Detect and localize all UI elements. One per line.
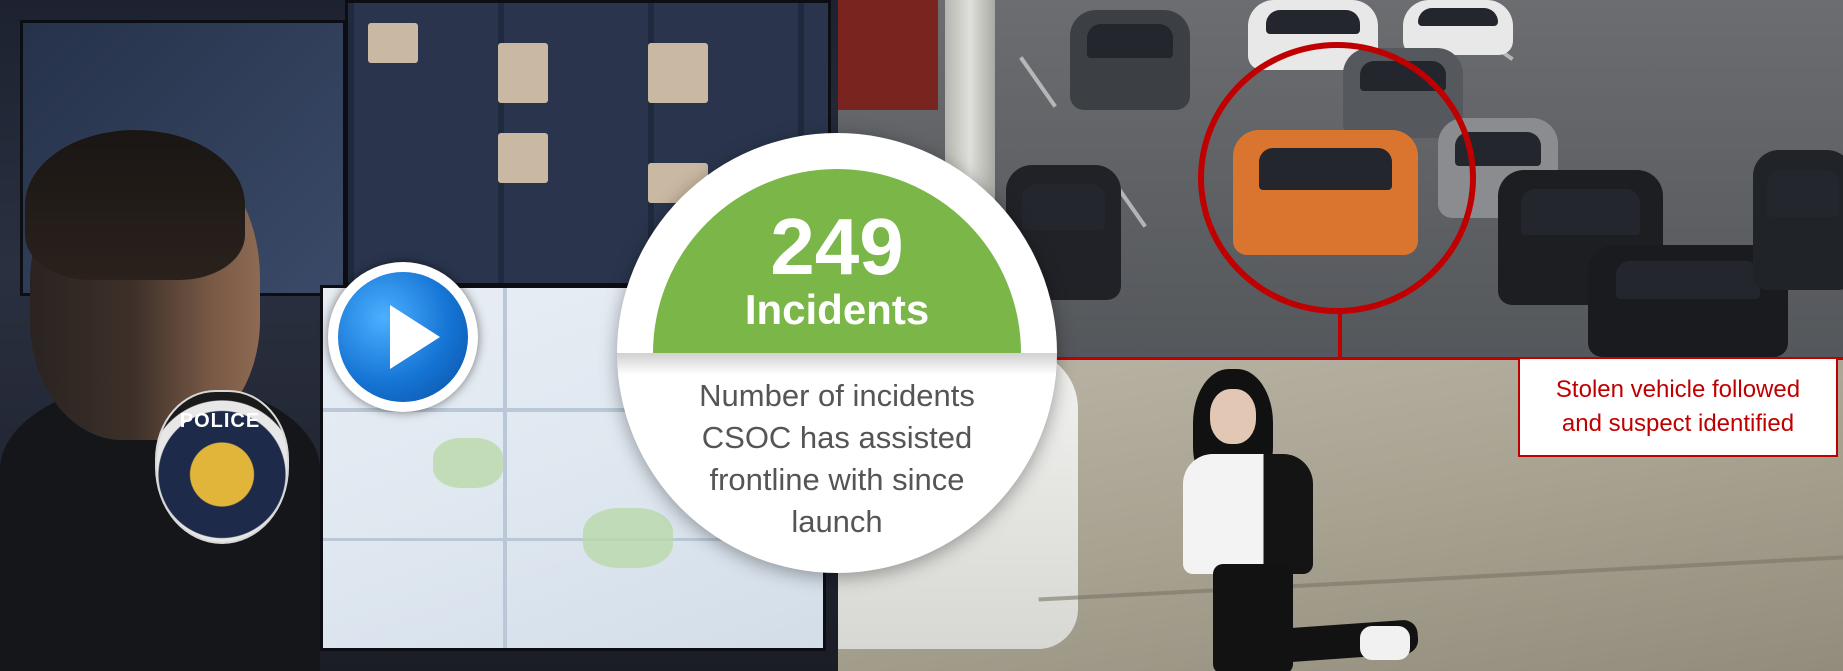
police-officer [0,130,320,671]
play-icon [390,305,440,369]
caption-text: Stolen vehicle followed and suspect iden… [1555,376,1801,437]
stat-dome: 249 Incidents [653,169,1021,353]
patch-lettering: POLICE [179,410,261,432]
vehicle-highlight-circle [1198,42,1476,314]
stat-description: Number of incidents CSOC has assisted fr… [699,378,975,539]
incidents-stat-badge: 249 Incidents Number of incidents CSOC h… [617,133,1057,573]
caption-box: Stolen vehicle followed and suspect iden… [1518,357,1838,457]
stat-label: Incidents [744,286,930,333]
connector-line [1338,310,1342,357]
play-video-button[interactable] [328,262,478,412]
stat-number: 249 [770,202,904,291]
